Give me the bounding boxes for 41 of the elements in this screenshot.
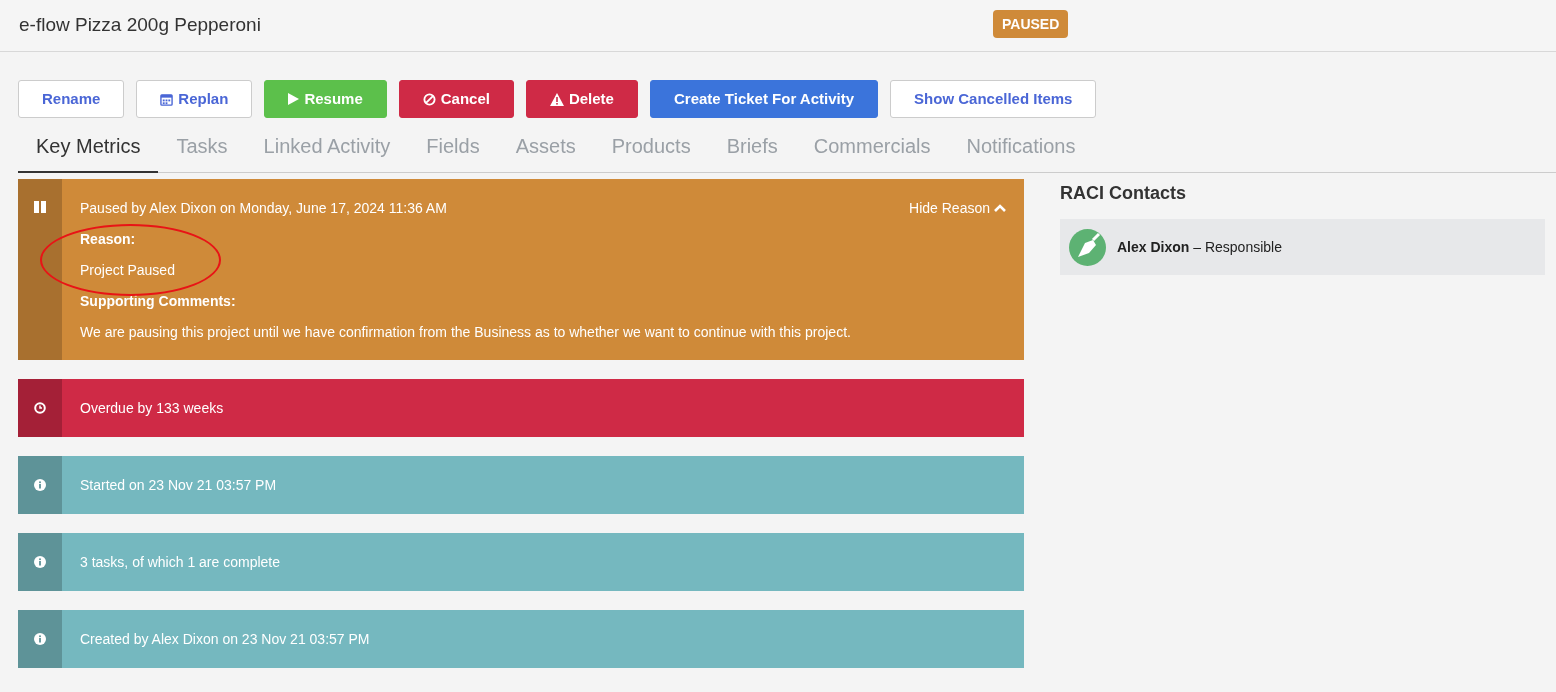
tab[interactable]: Notifications: [948, 131, 1094, 173]
contact-name: Alex Dixon – Responsible: [1117, 237, 1282, 257]
alert-text: 3 tasks, of which 1 are complete: [80, 552, 280, 572]
page-title: e-flow Pizza 200g Pepperoni: [19, 13, 261, 38]
action-button[interactable]: Replan: [136, 80, 253, 118]
alert-text: Created by Alex Dixon on 23 Nov 21 03:57 PM: [80, 629, 370, 649]
calendar-icon: [160, 92, 174, 106]
ban-icon: [422, 92, 436, 106]
comments-label: Supporting Comments:: [80, 292, 237, 311]
clock-icon: [34, 402, 46, 414]
tab[interactable]: Tasks: [158, 131, 246, 173]
info-icon: [34, 556, 46, 568]
reason-label: Reason:: [80, 230, 137, 249]
pause-info: Paused by Alex Dixon on Monday, June 17, 2024 11:36 AM: [80, 199, 447, 218]
pause-icon: [34, 201, 46, 213]
action-button[interactable]: Rename: [18, 80, 125, 118]
action-button[interactable]: Show Cancelled Items: [890, 80, 1097, 118]
play-icon: [288, 93, 300, 105]
tab[interactable]: Linked Activity: [245, 131, 409, 173]
tab[interactable]: Commercials: [795, 131, 949, 173]
info-icon: [34, 479, 46, 491]
alert-text: Started on 23 Nov 21 03:57 PM: [80, 475, 277, 495]
tab[interactable]: Assets: [497, 131, 594, 173]
alert-text: Overdue by 133 weeks: [80, 398, 224, 418]
avatar-icon: [1069, 228, 1106, 266]
tab[interactable]: Fields: [408, 131, 498, 173]
action-button[interactable]: Delete: [525, 80, 638, 118]
status-badge: PAUSED: [993, 10, 1069, 38]
comments-text: We are pausing this project until we have confirmation from the Business as to whether we want to continue with this project.: [80, 323, 852, 342]
tab[interactable]: Briefs: [708, 131, 796, 173]
action-button[interactable]: Cancel: [398, 80, 514, 118]
reason-text: Project Paused: [80, 261, 176, 280]
tab[interactable]: Key Metrics: [18, 131, 159, 173]
section-title: RACI Contacts: [1060, 182, 1187, 205]
info-icon: [34, 633, 46, 645]
hide-reason-link[interactable]: Hide Reason: [909, 198, 1006, 218]
action-button[interactable]: Create Ticket For Activity: [649, 80, 879, 118]
chevron-up-icon: [994, 203, 1006, 213]
tab[interactable]: Products: [593, 131, 709, 173]
action-button[interactable]: Resume: [264, 80, 387, 118]
warning-icon: [549, 92, 564, 106]
